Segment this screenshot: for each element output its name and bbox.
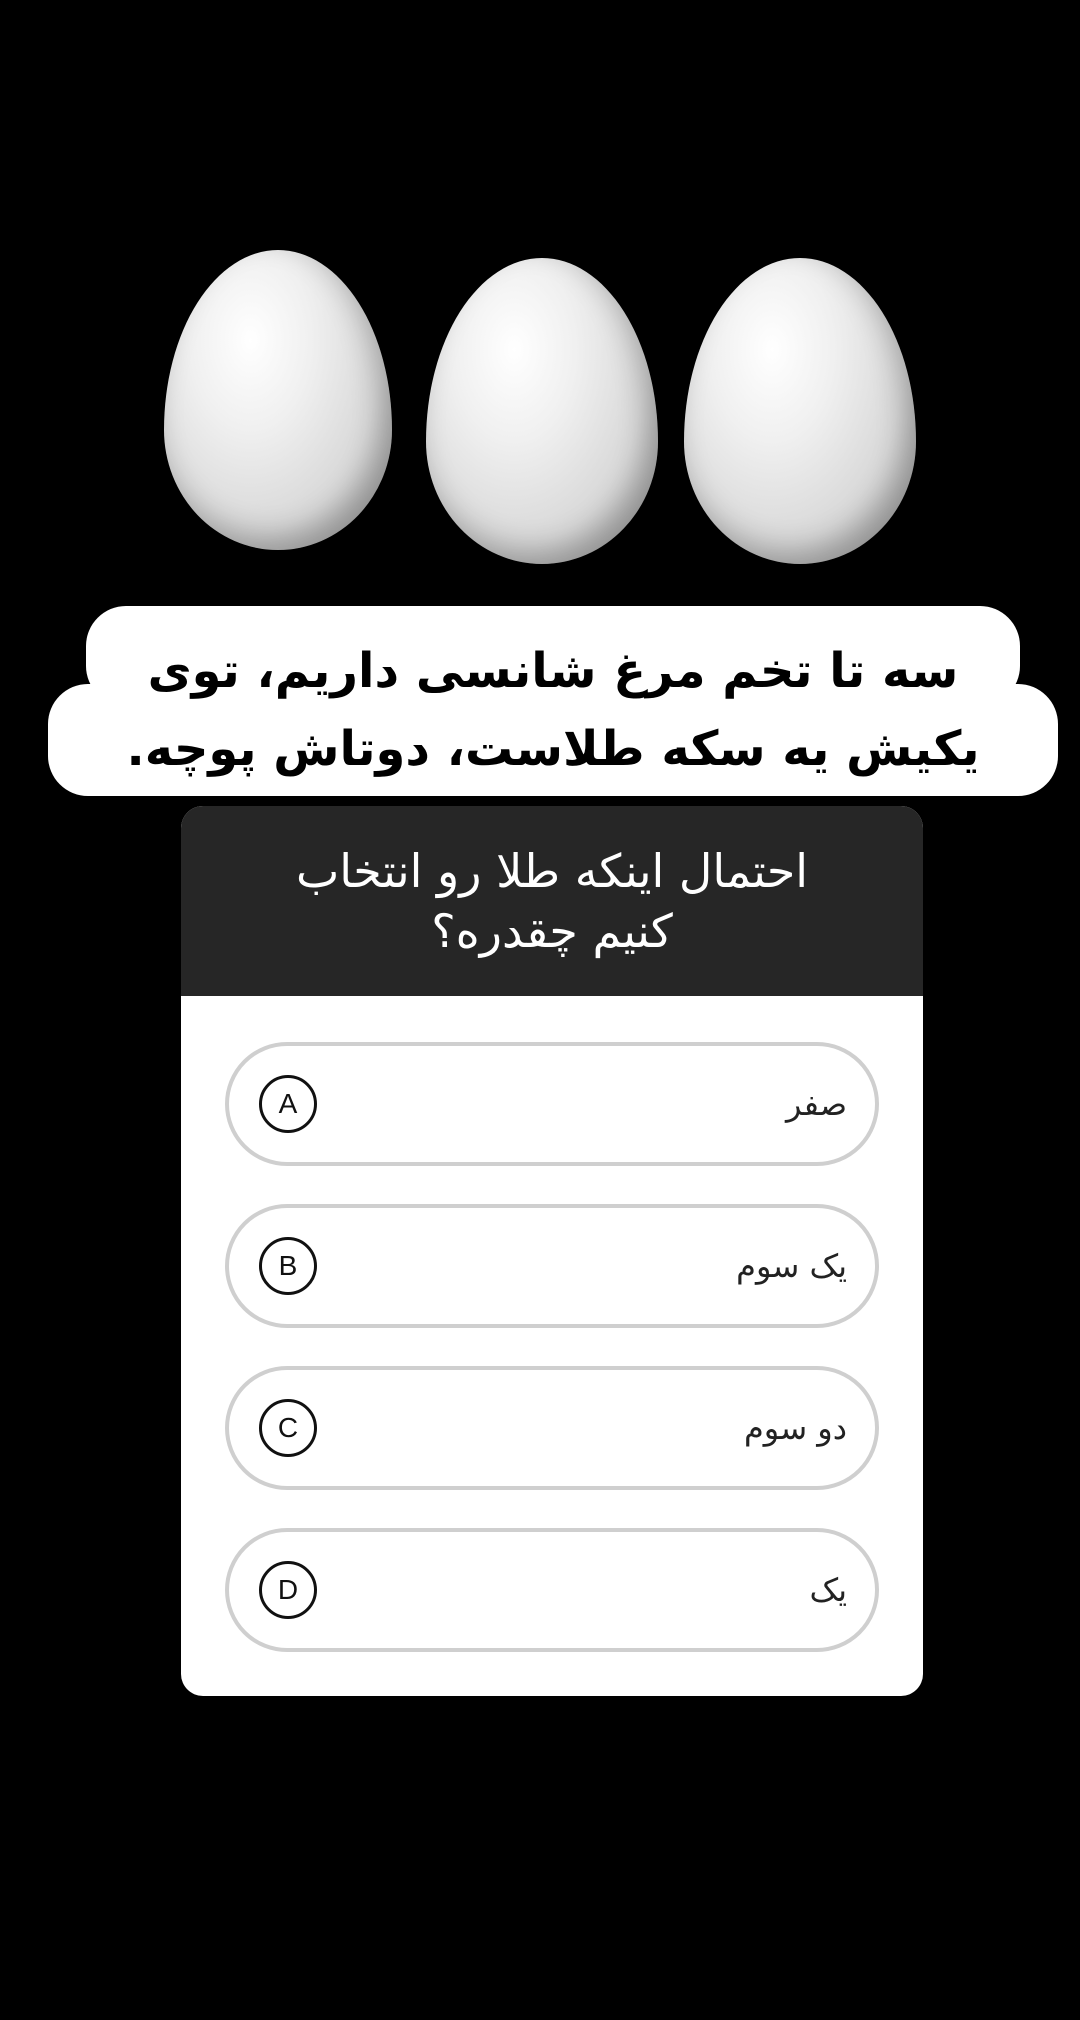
- quiz-question: احتمال اینکه طلا رو انتخاب کنیم چقدره؟: [295, 844, 809, 958]
- eggs-image: [0, 240, 1080, 580]
- quiz-option-d[interactable]: D یک: [225, 1528, 879, 1652]
- option-letter: B: [259, 1237, 317, 1295]
- egg-3: [684, 258, 916, 564]
- quiz-sticker: احتمال اینکه طلا رو انتخاب کنیم چقدره؟ A…: [181, 806, 923, 1696]
- option-letter: D: [259, 1561, 317, 1619]
- option-label: صفر: [785, 1085, 847, 1123]
- option-label: یک سوم: [736, 1247, 847, 1285]
- option-label: دو سوم: [743, 1409, 847, 1447]
- quiz-option-c[interactable]: C دو سوم: [225, 1366, 879, 1490]
- option-letter: A: [259, 1075, 317, 1133]
- egg-2: [426, 258, 658, 564]
- story-caption: سه تا تخم مرغ شانسی داریم، توی یکیش یه س…: [0, 606, 1080, 796]
- option-letter: C: [259, 1399, 317, 1457]
- caption-text: سه تا تخم مرغ شانسی داریم، توی یکیش یه س…: [126, 643, 980, 777]
- egg-1: [164, 250, 392, 550]
- quiz-option-b[interactable]: B یک سوم: [225, 1204, 879, 1328]
- option-label: یک: [809, 1571, 847, 1609]
- quiz-header: احتمال اینکه طلا رو انتخاب کنیم چقدره؟: [181, 806, 923, 996]
- quiz-options: A صفر B یک سوم C دو سوم D یک: [181, 996, 923, 1652]
- quiz-option-a[interactable]: A صفر: [225, 1042, 879, 1166]
